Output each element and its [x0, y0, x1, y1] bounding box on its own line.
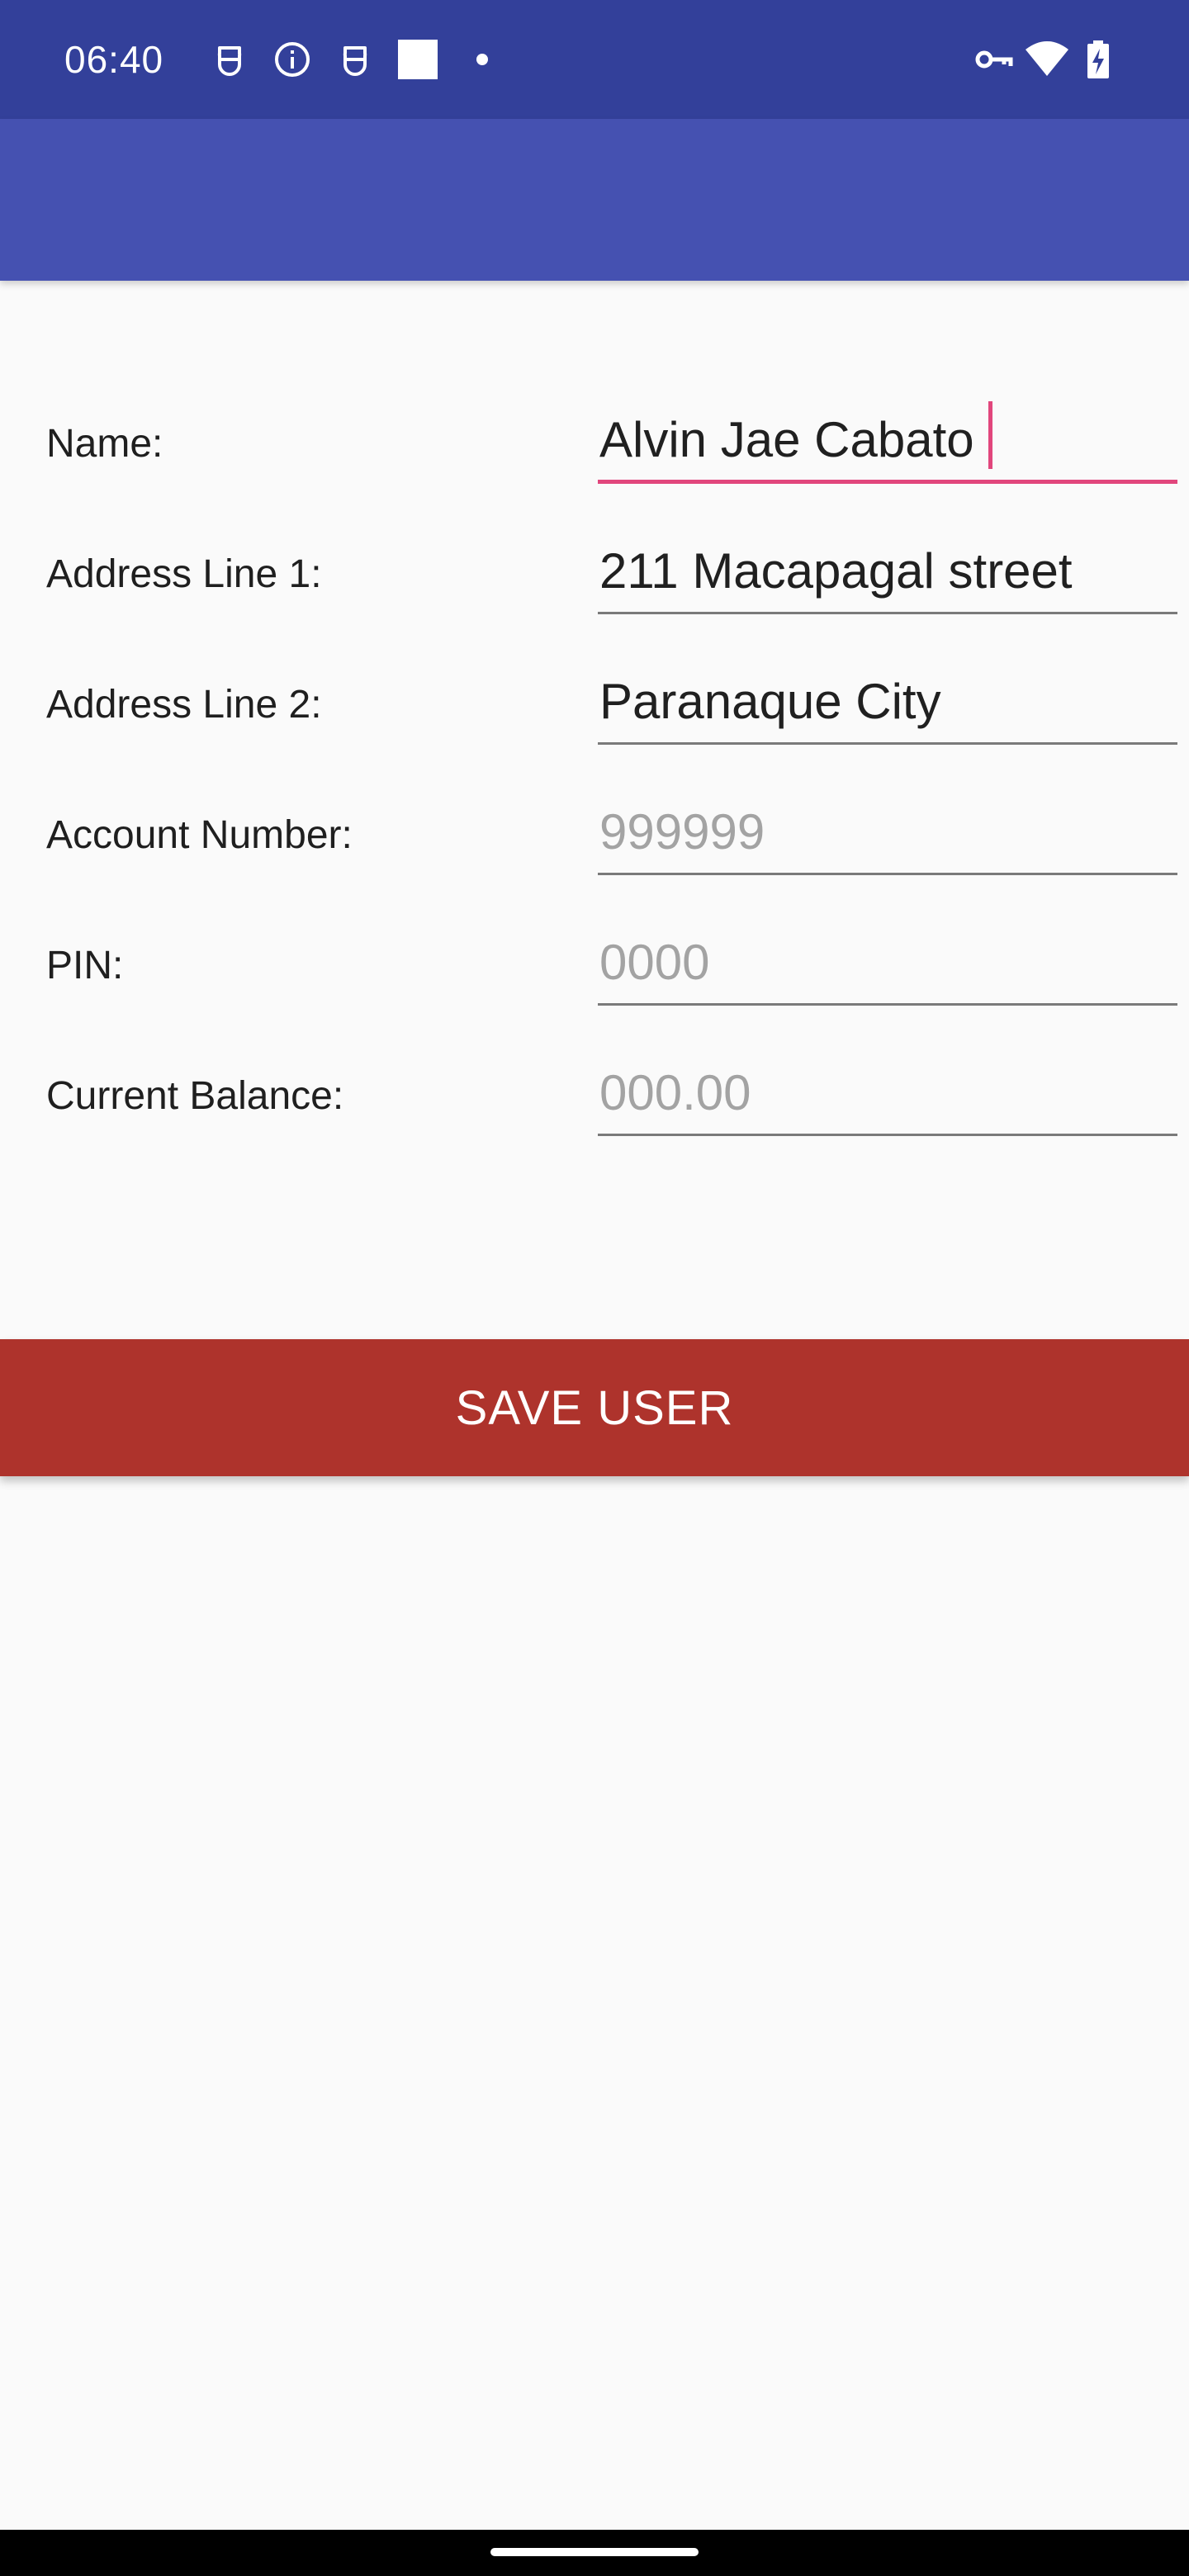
- info-icon: [275, 42, 310, 77]
- wifi-icon: [1026, 41, 1068, 76]
- battery-charging-icon: [1087, 40, 1109, 78]
- address-line-2-field[interactable]: [598, 665, 1177, 745]
- status-bar: 06:40: [0, 0, 1189, 119]
- status-time: 06:40: [64, 38, 164, 81]
- current-balance-field[interactable]: [598, 1057, 1177, 1136]
- account-number-row: Account Number:: [0, 763, 1189, 893]
- address-line-2-row: Address Line 2:: [0, 632, 1189, 763]
- home-gesture-handle[interactable]: [490, 2548, 699, 2556]
- name-field[interactable]: [598, 405, 1177, 484]
- pin-field[interactable]: [598, 926, 1177, 1006]
- address-line-2-label: Address Line 2:: [46, 683, 322, 727]
- account-number-label: Account Number:: [46, 813, 353, 857]
- current-balance-row: Current Balance:: [0, 1024, 1189, 1154]
- pin-row: PIN:: [0, 893, 1189, 1024]
- current-balance-label: Current Balance:: [46, 1074, 344, 1118]
- address-line-1-label: Address Line 1:: [46, 552, 322, 596]
- square-icon: [398, 40, 438, 79]
- face-notification-icon: [217, 46, 242, 76]
- vpn-key-icon: [975, 50, 1013, 69]
- account-number-field[interactable]: [598, 796, 1177, 875]
- pin-label: PIN:: [46, 944, 124, 987]
- save-user-button[interactable]: SAVE USER: [0, 1339, 1189, 1476]
- address-line-1-field[interactable]: [598, 535, 1177, 614]
- screen: 06:40 Name: Alvin Jae Cabato Address Lin…: [0, 0, 1189, 2576]
- navigation-bar: [0, 2530, 1189, 2576]
- text-cursor: [988, 401, 992, 469]
- name-row: Name:: [0, 372, 1189, 502]
- address-line-1-row: Address Line 1:: [0, 502, 1189, 632]
- dot-icon: [476, 54, 488, 65]
- app-bar: [0, 119, 1189, 281]
- name-label: Name:: [46, 422, 163, 466]
- face-notification-icon: [343, 46, 367, 76]
